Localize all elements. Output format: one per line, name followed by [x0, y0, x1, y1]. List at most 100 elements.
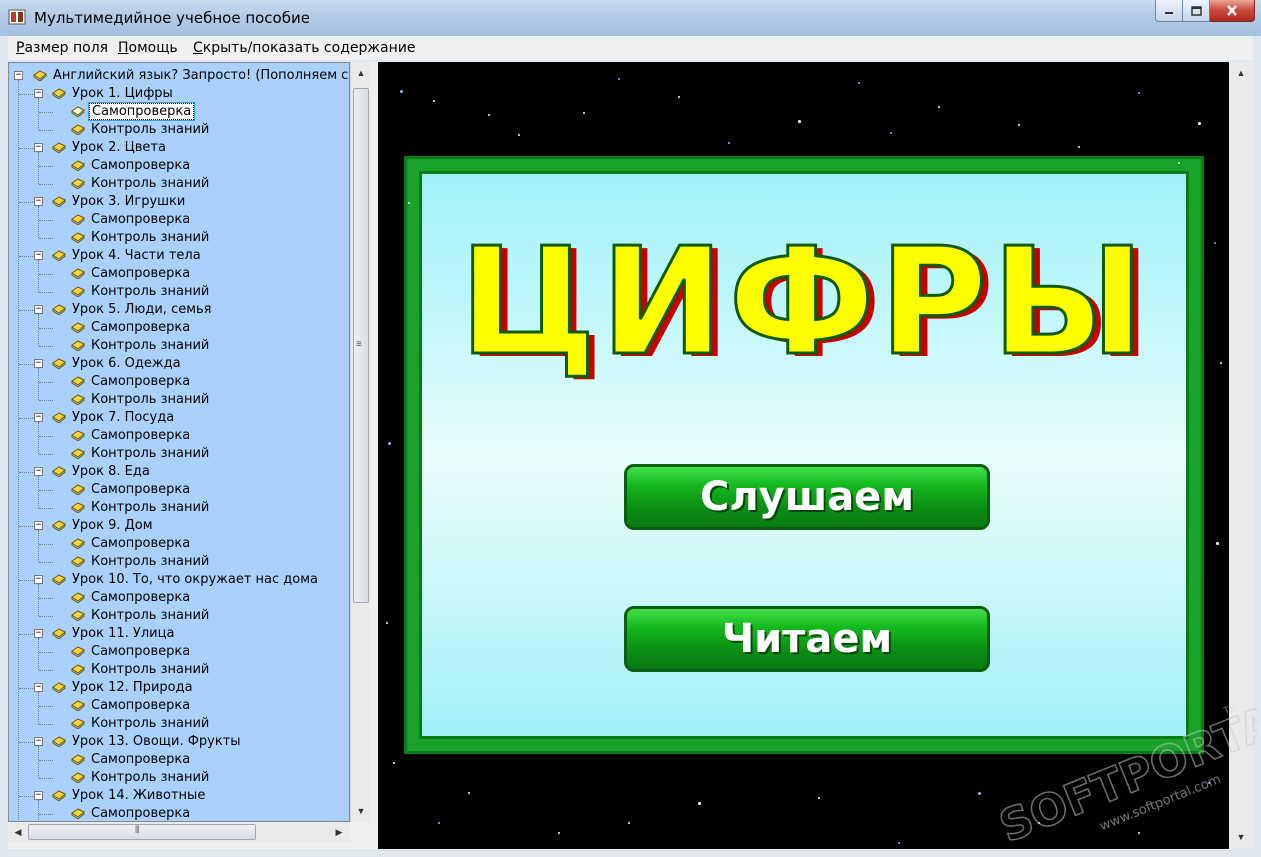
book-icon — [71, 322, 85, 333]
collapse-icon[interactable]: − — [14, 71, 23, 80]
tree-vertical-scrollbar[interactable]: ▲ ≡ ▼ — [350, 62, 370, 822]
star — [438, 822, 440, 824]
book-icon — [52, 790, 66, 801]
tree-control-item[interactable]: Контроль знаний — [89, 661, 211, 679]
close-button[interactable] — [1210, 0, 1255, 22]
star — [818, 797, 820, 799]
star — [388, 442, 391, 445]
scroll-left-arrow-icon[interactable]: ◀ — [9, 823, 27, 841]
app-icon[interactable] — [8, 8, 26, 26]
collapse-icon[interactable]: − — [34, 143, 43, 152]
tree-connector — [39, 490, 53, 491]
tree-lesson-item[interactable]: Урок 7. Посуда — [70, 409, 176, 427]
tree-connector — [19, 202, 33, 203]
tree-connector — [38, 260, 39, 292]
tree-selfcheck-item[interactable]: Самопроверка — [89, 265, 192, 283]
collapse-icon[interactable]: − — [34, 791, 43, 800]
tree-horizontal-thumb[interactable]: ⦀ — [28, 824, 256, 840]
tree-lesson-item[interactable]: Урок 14. Животные — [70, 787, 207, 805]
pane-splitter[interactable] — [370, 62, 378, 849]
tree-selfcheck-item[interactable]: Самопроверка — [89, 373, 192, 391]
tree-selfcheck-item[interactable]: Самопроверка — [89, 751, 192, 769]
tree-lesson-item[interactable]: Урок 8. Еда — [70, 463, 152, 481]
collapse-icon[interactable]: − — [34, 359, 43, 368]
tree-selfcheck-item[interactable]: Самопроверка — [89, 319, 192, 337]
tree-control-item[interactable]: Контроль знаний — [89, 715, 211, 733]
tree-item-label: Самопроверка — [91, 158, 191, 173]
scroll-down-arrow-icon[interactable]: ▼ — [352, 802, 370, 820]
collapse-icon[interactable]: − — [34, 467, 43, 476]
tree-lesson-item[interactable]: Урок 2. Цвета — [70, 139, 168, 157]
collapse-icon[interactable]: − — [34, 521, 43, 530]
title-bar[interactable]: Мультимедийное учебное пособие — [0, 0, 1261, 36]
collapse-icon[interactable]: − — [34, 737, 43, 746]
tree-selfcheck-item[interactable]: Самопроверка — [89, 535, 192, 553]
menu-toggle-contents[interactable]: Скрыть/показать содержание — [193, 40, 415, 56]
tree-item-label: Урок 1. Цифры — [72, 86, 173, 101]
collapse-icon[interactable]: − — [34, 683, 43, 692]
tree-control-item[interactable]: Контроль знаний — [89, 229, 211, 247]
tree-lesson-item[interactable]: Урок 4. Части тела — [70, 247, 203, 265]
tree-selfcheck-item[interactable]: Самопроверка — [89, 805, 192, 821]
tree-connector — [39, 238, 53, 239]
collapse-icon[interactable]: − — [34, 251, 43, 260]
book-icon — [52, 628, 66, 639]
tree-connector — [39, 346, 53, 347]
tree-control-item[interactable]: Контроль знаний — [89, 175, 211, 193]
scroll-up-arrow-icon[interactable]: ▲ — [1232, 64, 1250, 82]
tree-selfcheck-item[interactable]: Самопроверка — [89, 427, 192, 445]
tree-control-item[interactable]: Контроль знаний — [89, 391, 211, 409]
tree-lesson-item[interactable]: Урок 1. Цифры — [70, 85, 175, 103]
collapse-icon[interactable]: − — [34, 413, 43, 422]
menu-field-size[interactable]: Размер поля — [16, 40, 108, 56]
collapse-icon[interactable]: − — [34, 197, 43, 206]
lesson-board-panel: ЦИФРЫ Слушаем Читаем — [419, 171, 1189, 739]
collapse-icon[interactable]: − — [34, 89, 43, 98]
tree-control-item[interactable]: Контроль знаний — [89, 121, 211, 139]
tree-selfcheck-item[interactable]: Самопроверка — [89, 481, 192, 499]
tree-lesson-item[interactable]: Урок 11. Улица — [70, 625, 176, 643]
tree-control-item[interactable]: Контроль знаний — [89, 499, 211, 517]
collapse-icon[interactable]: − — [34, 305, 43, 314]
tree-selfcheck-item[interactable]: Самопроверка — [89, 157, 192, 175]
read-button[interactable]: Читаем — [624, 606, 990, 672]
maximize-button[interactable] — [1183, 0, 1210, 22]
collapse-icon[interactable]: − — [34, 629, 43, 638]
tree-lesson-item[interactable]: Урок 5. Люди, семья — [70, 301, 214, 319]
tree-lesson-item[interactable]: Урок 13. Овощи. Фрукты — [70, 733, 243, 751]
tree-control-item[interactable]: Контроль знаний — [89, 283, 211, 301]
tree-selfcheck-item[interactable]: Самопроверка — [89, 697, 192, 715]
menu-help[interactable]: Помощь — [118, 40, 178, 56]
contents-tree[interactable]: − Английский язык? Запросто! (Пополняем с… — [8, 62, 350, 822]
tree-lesson-item[interactable]: Урок 6. Одежда — [70, 355, 183, 373]
book-icon — [71, 376, 85, 387]
collapse-icon[interactable]: − — [34, 575, 43, 584]
tree-item-label: Самопроверка — [91, 212, 191, 227]
book-icon — [52, 250, 66, 261]
book-icon — [71, 160, 85, 171]
tree-connector — [39, 508, 53, 509]
tree-horizontal-scrollbar[interactable]: ◀ ⦀ ▶ — [8, 822, 350, 842]
tree-control-item[interactable]: Контроль знаний — [89, 553, 211, 571]
scroll-up-arrow-icon[interactable]: ▲ — [352, 64, 370, 82]
tree-control-item[interactable]: Контроль знаний — [89, 769, 211, 787]
tree-vertical-thumb[interactable]: ≡ — [353, 88, 369, 603]
tree-lesson-item[interactable]: Урок 10. То, что окружает нас дома — [70, 571, 320, 589]
tree-item-label: Урок 5. Люди, семья — [72, 302, 212, 317]
minimize-button[interactable] — [1155, 0, 1183, 22]
tree-selfcheck-item[interactable]: Самопроверка — [89, 211, 192, 229]
tree-lesson-item[interactable]: Урок 9. Дом — [70, 517, 155, 535]
listen-button[interactable]: Слушаем — [624, 464, 990, 530]
tree-control-item[interactable]: Контроль знаний — [89, 607, 211, 625]
tree-control-item[interactable]: Контроль знаний — [89, 337, 211, 355]
tree-lesson-item[interactable]: Урок 3. Игрушки — [70, 193, 187, 211]
tree-selfcheck-item[interactable]: Самопроверка — [89, 643, 192, 661]
tree-selfcheck-item[interactable]: Самопроверка — [87, 102, 196, 121]
tree-selfcheck-item[interactable]: Самопроверка — [89, 589, 192, 607]
tree-control-item[interactable]: Контроль знаний — [89, 445, 211, 463]
tree-root[interactable]: Английский язык? Запросто! (Пополняем сл — [51, 67, 349, 85]
scroll-right-arrow-icon[interactable]: ▶ — [330, 823, 348, 841]
tree-lesson-item[interactable]: Урок 12. Природа — [70, 679, 195, 697]
star — [698, 802, 701, 805]
tree-item-label: Самопроверка — [91, 320, 191, 335]
